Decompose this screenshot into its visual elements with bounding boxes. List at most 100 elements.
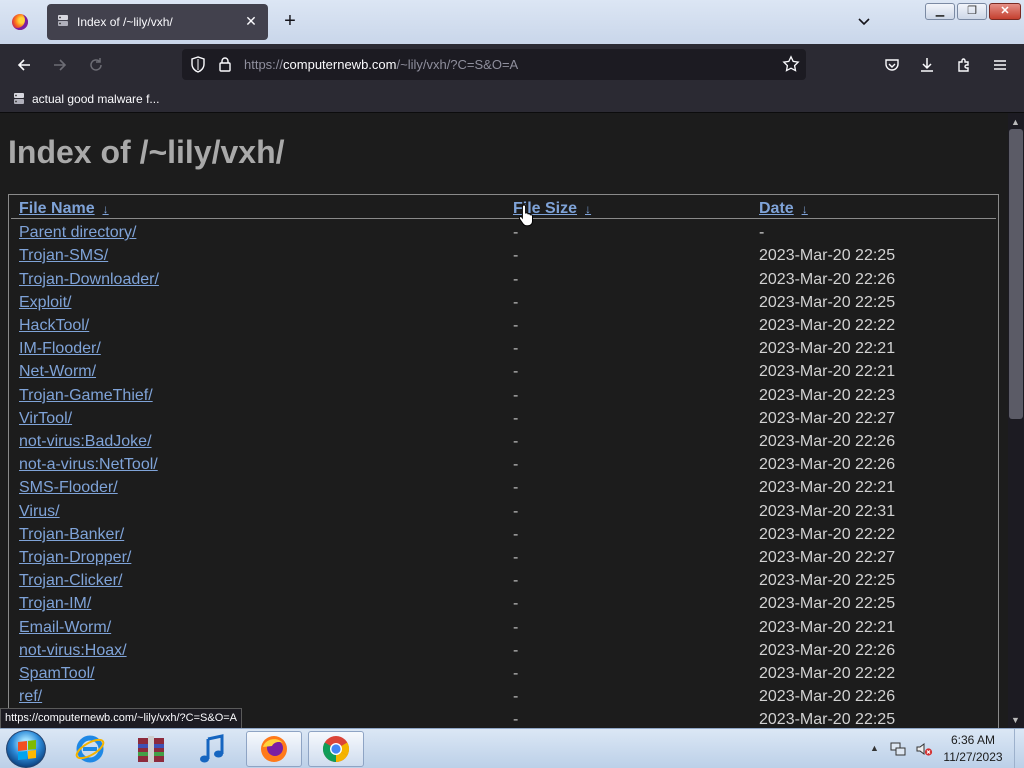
modified-date: 2023-Mar-20 22:21	[759, 340, 896, 357]
directory-link[interactable]: SpamTool/	[19, 665, 95, 683]
directory-link[interactable]: VirTool/	[19, 410, 72, 428]
server-favicon-icon	[58, 15, 68, 26]
network-icon[interactable]	[889, 740, 907, 758]
extensions-button[interactable]	[950, 51, 978, 79]
bookmark-star-icon[interactable]	[782, 55, 800, 73]
forward-button[interactable]	[46, 51, 74, 79]
pocket-button[interactable]	[878, 51, 906, 79]
directory-link[interactable]: Email-Worm/	[19, 619, 111, 637]
taskbar-firefox[interactable]	[246, 731, 302, 767]
directory-link[interactable]: Parent directory/	[19, 224, 136, 242]
url-scheme: https://	[244, 57, 284, 72]
window-close-button[interactable]: ✕	[989, 3, 1021, 20]
scroll-down-arrow-icon[interactable]: ▼	[1011, 715, 1020, 725]
file-size: -	[513, 549, 519, 566]
directory-link[interactable]: ref/	[19, 688, 42, 706]
file-size: -	[513, 526, 519, 543]
directory-link[interactable]: not-virus:Hoax/	[19, 642, 127, 660]
modified-date: 2023-Mar-20 22:25	[759, 247, 896, 264]
taskbar-archive-app[interactable]	[123, 731, 179, 767]
directory-link[interactable]: Trojan-Downloader/	[19, 271, 159, 289]
arrow-right-icon	[54, 59, 67, 71]
table-row: Parent directory/- -	[19, 224, 994, 247]
directory-link[interactable]: Trojan-Clicker/	[19, 572, 122, 590]
scroll-up-arrow-icon[interactable]: ▲	[1011, 117, 1020, 127]
table-row: Exploit/ - 2023-Mar-20 22:25	[19, 294, 994, 317]
directory-link[interactable]: SMS-Flooder/	[19, 479, 118, 497]
window-restore-button[interactable]: ❐	[957, 3, 987, 20]
address-bar[interactable]: https://computernewb.com/~lily/vxh/?C=S&…	[182, 49, 806, 80]
directory-link[interactable]: Trojan-Dropper/	[19, 549, 131, 567]
scrollbar-thumb[interactable]	[1009, 129, 1023, 419]
new-tab-button[interactable]: +	[278, 9, 302, 33]
url-host: computernewb.com	[283, 57, 397, 72]
file-size: -	[513, 387, 519, 404]
taskbar-internet-explorer[interactable]	[62, 731, 118, 767]
table-row: Trojan-Clicker/ - 2023-Mar-20 22:25	[19, 572, 994, 595]
sort-arrow-icon: ↓	[585, 202, 592, 216]
file-size: -	[513, 294, 519, 311]
start-button[interactable]	[6, 730, 46, 768]
column-header-label: File Name	[19, 200, 95, 217]
table-row: SpamTool/ - 2023-Mar-20 22:22	[19, 665, 994, 688]
firefox-menu-button[interactable]	[6, 8, 34, 36]
directory-link[interactable]: not-virus:BadJoke/	[19, 433, 152, 451]
downloads-button[interactable]	[913, 51, 941, 79]
table-row: IM-Flooder/ - 2023-Mar-20 22:21	[19, 340, 994, 363]
directory-link[interactable]: Exploit/	[19, 294, 71, 312]
taskbar-chrome[interactable]	[308, 731, 364, 767]
table-row: not-virus:Hoax/ - 2023-Mar-20 22:26	[19, 642, 994, 665]
back-button[interactable]	[10, 51, 38, 79]
table-row: not-a-virus:NetTool/ - 2023-Mar-20 22:26	[19, 456, 994, 479]
table-row: Email-Worm/ - 2023-Mar-20 22:21	[19, 619, 994, 642]
show-hidden-icons-button[interactable]: ▲	[870, 743, 879, 753]
table-row: Trojan-IM/ - 2023-Mar-20 22:25	[19, 595, 994, 618]
column-header-date[interactable]: Date ↓	[759, 200, 808, 218]
file-size: -	[513, 572, 519, 589]
restore-icon: ❐	[967, 5, 977, 17]
modified-date: 2023-Mar-20 22:21	[759, 363, 896, 380]
directory-link[interactable]: Trojan-Banker/	[19, 526, 124, 544]
modified-date: 2023-Mar-20 22:26	[759, 642, 896, 659]
directory-link[interactable]: Net-Worm/	[19, 363, 96, 381]
page-title: Index of /~lily/vxh/	[8, 134, 285, 170]
taskbar-music-player[interactable]	[184, 731, 240, 767]
modified-date: 2023-Mar-20 22:22	[759, 665, 896, 682]
modified-date: 2023-Mar-20 22:25	[759, 294, 896, 311]
window-minimize-button[interactable]: ▁	[925, 3, 955, 20]
directory-link[interactable]: Trojan-SMS/	[19, 247, 108, 265]
tab-strip: Index of /~lily/vxh/ ✕ + ▁ ❐ ✕	[0, 0, 1024, 44]
lock-icon[interactable]	[218, 56, 232, 72]
file-size: -	[513, 642, 519, 659]
reload-button[interactable]	[82, 51, 110, 79]
file-size: -	[513, 247, 519, 264]
clock-date[interactable]: 11/27/2023	[928, 750, 1018, 764]
directory-link[interactable]: Virus/	[19, 503, 60, 521]
tab-active[interactable]: Index of /~lily/vxh/ ✕	[47, 4, 268, 40]
app-menu-button[interactable]	[986, 51, 1014, 79]
arrow-left-icon	[17, 59, 30, 71]
directory-link[interactable]: HackTool/	[19, 317, 89, 335]
page-scrollbar[interactable]: ▲ ▼	[1008, 113, 1024, 728]
tracking-protection-shield-icon[interactable]	[190, 56, 206, 73]
clock-time[interactable]: 6:36 AM	[928, 733, 1018, 747]
bookmarks-toolbar: actual good malware f...	[0, 85, 1024, 113]
tab-close-icon[interactable]: ✕	[242, 12, 260, 30]
column-header-file-name[interactable]: File Name ↓	[19, 200, 109, 218]
file-size: -	[513, 410, 519, 427]
bookmark-label: actual good malware f...	[32, 92, 160, 106]
list-all-tabs-button[interactable]	[853, 11, 875, 33]
directory-link[interactable]: not-a-virus:NetTool/	[19, 456, 158, 474]
directory-link[interactable]: Trojan-IM/	[19, 595, 91, 613]
bookmark-item[interactable]: actual good malware f...	[12, 90, 159, 108]
show-desktop-button[interactable]	[1014, 729, 1024, 768]
header-divider	[11, 218, 996, 219]
table-row: HackTool/ - 2023-Mar-20 22:22	[19, 317, 994, 340]
table-row: Trojan-Banker/ - 2023-Mar-20 22:22	[19, 526, 994, 549]
directory-link[interactable]: IM-Flooder/	[19, 340, 101, 358]
directory-link[interactable]: Trojan-GameThief/	[19, 387, 153, 405]
tab-title: Index of /~lily/vxh/	[77, 15, 173, 29]
file-size: -	[513, 503, 519, 520]
music-note-icon	[200, 734, 224, 763]
file-size: -	[513, 665, 519, 682]
